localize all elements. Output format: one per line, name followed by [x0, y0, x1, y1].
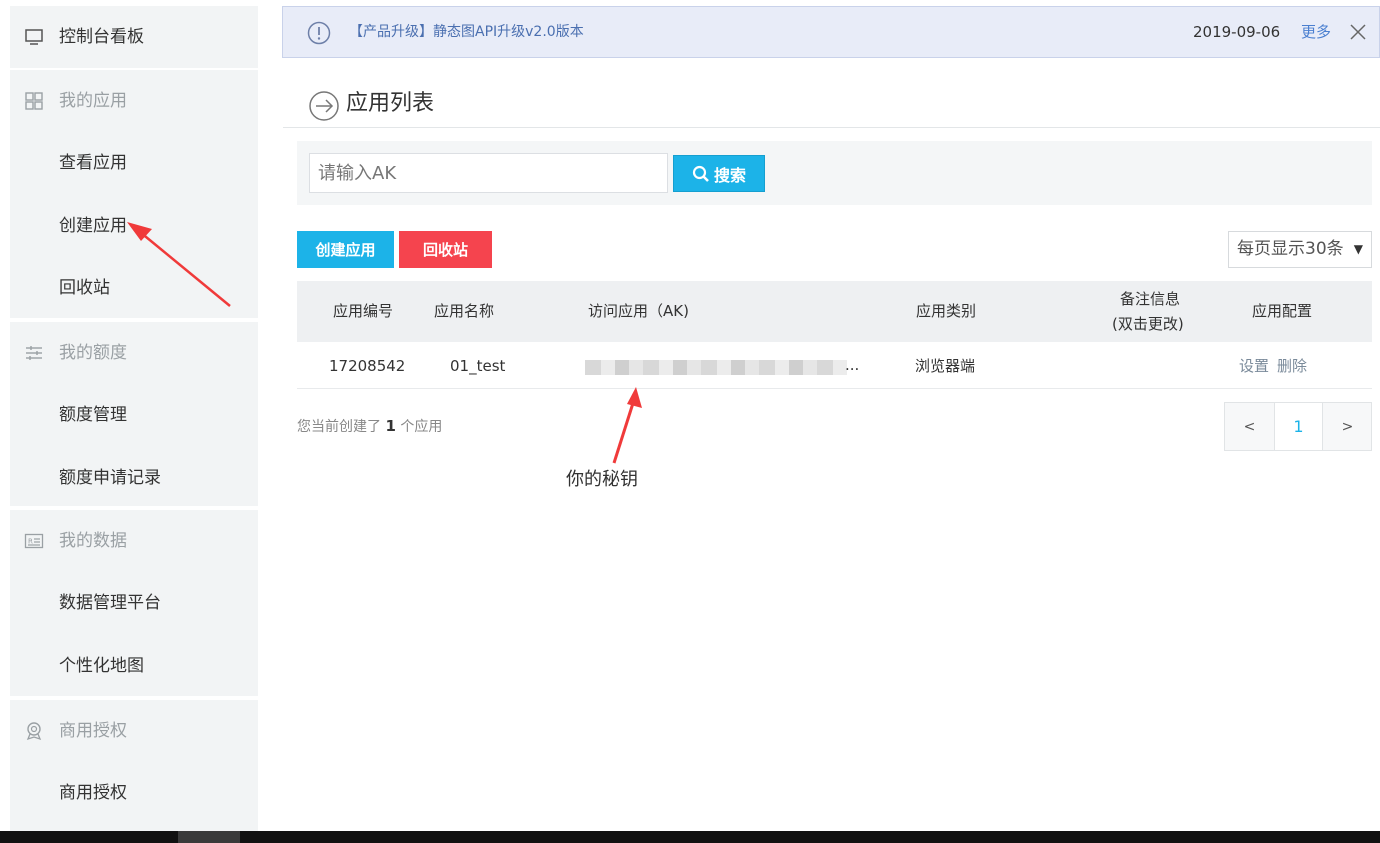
th-app-config: 应用配置: [1252, 302, 1313, 320]
sidebar-item-label: 查看应用: [59, 153, 127, 173]
sidebar-item-label: 额度管理: [59, 405, 127, 425]
cell-app-name: 01_test: [450, 357, 506, 375]
id-card-icon: R: [24, 533, 44, 549]
per-page-value: 每页显示30条: [1237, 239, 1344, 259]
sidebar-item-label: 回收站: [59, 278, 110, 298]
notice-date: 2019-09-06: [1193, 23, 1281, 41]
cell-app-id: 17208542: [329, 357, 406, 375]
summary-prefix: 您当前创建了: [297, 419, 381, 435]
th-app-name: 应用名称: [434, 302, 495, 320]
app-count-summary: 您当前创建了 1 个应用: [297, 416, 442, 437]
next-page-button[interactable]: >: [1323, 403, 1372, 450]
sidebar-item-label: 控制台看板: [59, 27, 144, 47]
create-app-button[interactable]: 创建应用: [297, 231, 394, 268]
sidebar-item-label: 创建应用: [59, 216, 127, 236]
page-1-button[interactable]: 1: [1274, 403, 1323, 450]
arrow-circle-icon: [309, 91, 339, 121]
search-icon: [692, 165, 709, 182]
sidebar-item-dashboard[interactable]: 控制台看板: [10, 6, 258, 68]
sidebar-dashboard-block: 控制台看板: [10, 6, 258, 68]
th-app-id: 应用编号: [333, 302, 394, 320]
sidebar-header-quota[interactable]: 我的额度: [10, 322, 258, 384]
notice-bar: 【产品升级】静态图API升级v2.0版本 2019-09-06 更多: [282, 6, 1380, 58]
sidebar-item-create-app[interactable]: 创建应用: [10, 195, 258, 257]
close-icon[interactable]: [1349, 23, 1367, 41]
sidebar-item-quota-manage[interactable]: 额度管理: [10, 384, 258, 446]
caret-down-icon: ▼: [1353, 242, 1363, 256]
search-button-label: 搜索: [713, 165, 746, 185]
sidebar-header-label: 商用授权: [59, 721, 127, 741]
info-icon: [307, 21, 331, 45]
sidebar-item-quota-records[interactable]: 额度申请记录: [10, 447, 258, 509]
annotation-label: 你的秘钥: [566, 469, 638, 490]
summary-suffix: 个应用: [400, 419, 443, 435]
monitor-icon: [25, 29, 43, 45]
sidebar-header-label: 我的应用: [59, 91, 127, 111]
recycle-bin-button[interactable]: 回收站: [399, 231, 492, 268]
notice-text[interactable]: 【产品升级】静态图API升级v2.0版本: [349, 23, 584, 41]
sidebar-item-label: 商用授权: [59, 783, 127, 803]
search-bar: 搜索: [297, 141, 1372, 205]
prev-page-button[interactable]: <: [1225, 403, 1274, 450]
sidebar-header-apps[interactable]: 我的应用: [10, 70, 258, 132]
sidebar-section-data: R 我的数据 数据管理平台 个性化地图: [10, 510, 258, 696]
th-remark: 备注信息: [1120, 290, 1181, 308]
th-remark-hint: (双击更改): [1112, 315, 1184, 333]
pagination: < 1 >: [1224, 402, 1372, 451]
arrow-to-ak: [612, 387, 642, 464]
sliders-icon: [26, 346, 42, 360]
summary-count: 1: [385, 417, 396, 435]
grid-icon: [25, 92, 43, 110]
sidebar-item-custom-map[interactable]: 个性化地图: [10, 635, 258, 697]
svg-text:R: R: [28, 538, 33, 546]
taskbar: [0, 831, 1380, 843]
sidebar-item-label: 数据管理平台: [59, 593, 161, 613]
sidebar-item-label: 个性化地图: [59, 656, 144, 676]
ak-ellipsis: ...: [845, 356, 860, 374]
sidebar-header-label: 我的额度: [59, 343, 127, 363]
delete-link[interactable]: 删除: [1277, 356, 1307, 376]
sidebar-item-data-platform[interactable]: 数据管理平台: [10, 572, 258, 634]
cell-app-type: 浏览器端: [915, 357, 976, 375]
taskbar-item[interactable]: [178, 831, 240, 843]
sidebar-header-license[interactable]: 商用授权: [10, 700, 258, 762]
sidebar-item-license[interactable]: 商用授权: [10, 762, 258, 824]
page-title: 应用列表: [346, 91, 435, 116]
table-row: 17208542 01_test ... 浏览器端 设置 删除: [297, 342, 1372, 389]
th-ak: 访问应用（AK): [588, 302, 689, 320]
settings-link[interactable]: 设置: [1239, 356, 1269, 376]
sidebar-header-data[interactable]: R 我的数据: [10, 510, 258, 572]
table-header: 应用编号 应用名称 访问应用（AK) 应用类别 备注信息 (双击更改) 应用配置: [297, 281, 1372, 342]
sidebar-section-quota: 我的额度 额度管理 额度申请记录: [10, 322, 258, 506]
notice-more-link[interactable]: 更多: [1301, 23, 1331, 41]
badge-icon: [26, 722, 42, 741]
ak-blurred: [585, 360, 847, 375]
title-divider: [283, 127, 1380, 128]
sidebar-item-view-apps[interactable]: 查看应用: [10, 132, 258, 194]
per-page-select[interactable]: 每页显示30条 ▼: [1228, 231, 1372, 268]
sidebar-section-apps: 我的应用 查看应用 创建应用 回收站: [10, 70, 258, 318]
sidebar-item-label: 额度申请记录: [59, 468, 161, 488]
sidebar-item-recycle[interactable]: 回收站: [10, 257, 258, 319]
search-button[interactable]: 搜索: [673, 155, 765, 192]
th-app-type: 应用类别: [916, 302, 977, 320]
sidebar-section-license: 商用授权 商用授权: [10, 700, 258, 831]
sidebar: 控制台看板 我的应用 查看应用 创建应用 回收站 我的额度 额度管理 额度申请记…: [0, 0, 268, 831]
search-input[interactable]: [309, 153, 668, 193]
sidebar-header-label: 我的数据: [59, 531, 127, 551]
